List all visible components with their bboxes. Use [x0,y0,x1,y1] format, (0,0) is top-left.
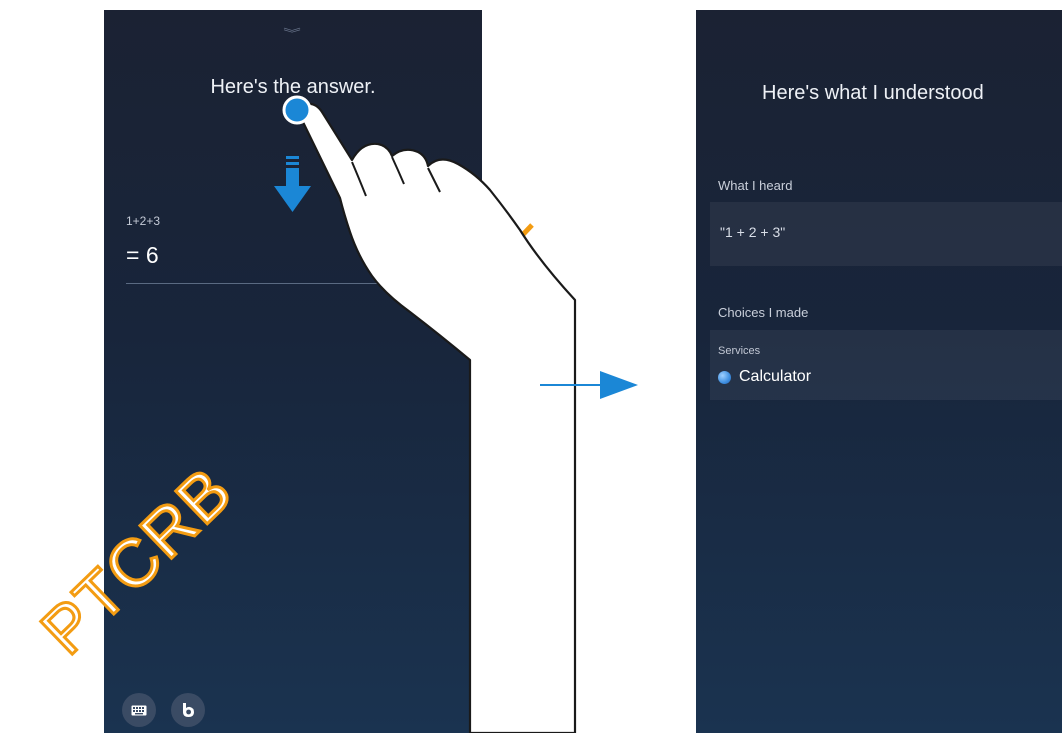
tap-point-icon [282,95,312,125]
annotation-overlay [274,95,638,733]
tap-and-drag-down-gesture [298,102,577,733]
down-arrow-icon [274,156,311,212]
